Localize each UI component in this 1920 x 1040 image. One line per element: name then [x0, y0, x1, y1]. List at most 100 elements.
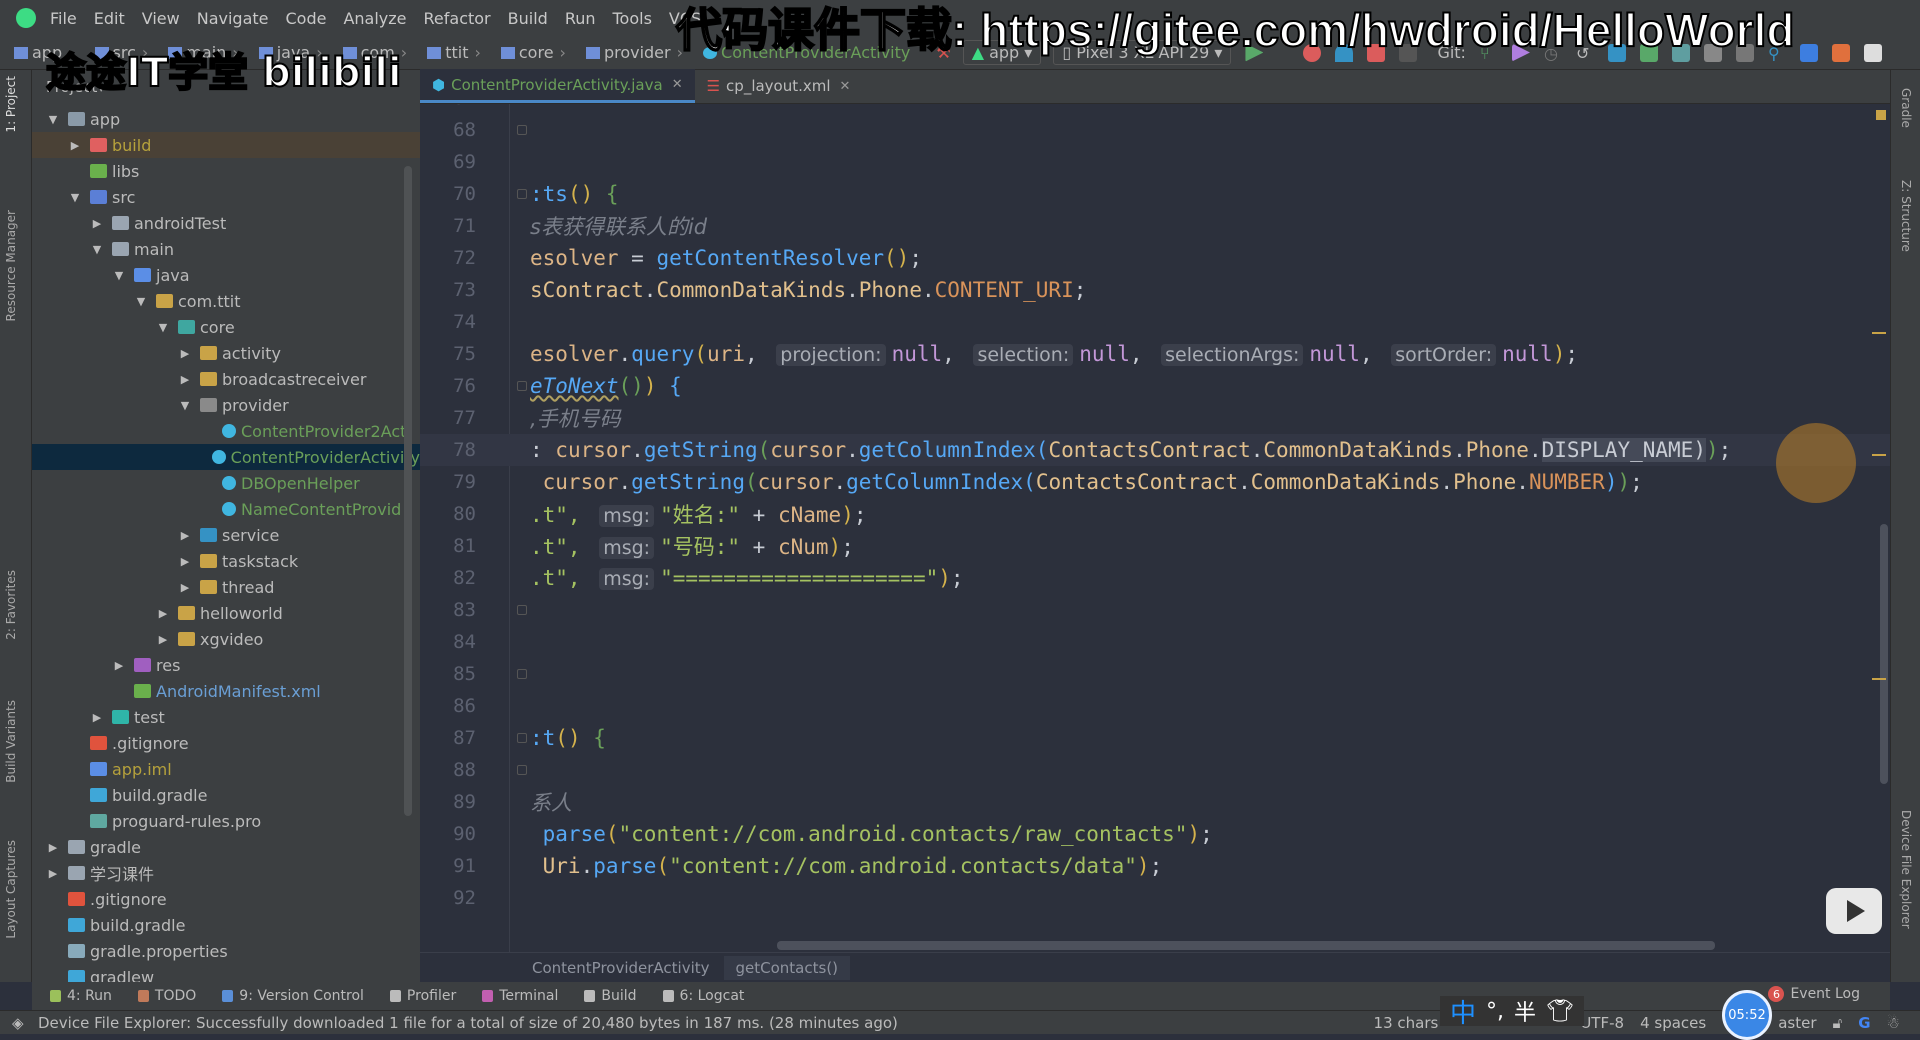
tree-item[interactable]: app.iml: [32, 756, 420, 782]
tree-item[interactable]: ▶ activity: [32, 340, 420, 366]
tree-item[interactable]: proguard-rules.pro: [32, 808, 420, 834]
tree-item[interactable]: ContentProviderActivity: [32, 444, 420, 470]
menu-item-edit[interactable]: Edit: [94, 9, 125, 28]
fold-marker-icon[interactable]: [517, 765, 527, 775]
tool-tab-structure[interactable]: Z: Structure: [1899, 180, 1913, 252]
tool-tab-gradle[interactable]: Gradle: [1899, 88, 1913, 128]
fold-marker-icon[interactable]: [517, 605, 527, 615]
menu-item-build[interactable]: Build: [508, 9, 548, 28]
collapsed-arrow-icon[interactable]: ▶: [90, 711, 104, 724]
tree-item[interactable]: build.gradle: [32, 912, 420, 938]
menu-item-refactor[interactable]: Refactor: [424, 9, 491, 28]
ime-language[interactable]: 中: [1450, 993, 1476, 1030]
expanded-arrow-icon[interactable]: ▼: [112, 269, 126, 282]
tree-item[interactable]: ▼ core: [32, 314, 420, 340]
tree-item[interactable]: DBOpenHelper: [32, 470, 420, 496]
breadcrumb-class[interactable]: ContentProviderActivity: [532, 959, 710, 977]
menu-item-navigate[interactable]: Navigate: [197, 9, 269, 28]
warning-marker[interactable]: [1872, 454, 1886, 456]
tool-tab-project[interactable]: 1: Project: [4, 76, 18, 133]
translate-alt-icon[interactable]: [1831, 43, 1850, 62]
tool-tab-favorites[interactable]: 2: Favorites: [4, 570, 18, 640]
tree-item[interactable]: ▼ java: [32, 262, 420, 288]
horizontal-scrollbar[interactable]: [777, 941, 1715, 950]
tool-tab-device-file-explorer[interactable]: Device File Explorer: [1899, 810, 1913, 929]
close-tab-icon[interactable]: ✕: [672, 77, 683, 92]
event-log-button[interactable]: 6 Event Log: [1768, 986, 1860, 1002]
tree-item[interactable]: ▶ service: [32, 522, 420, 548]
collapsed-arrow-icon[interactable]: ▶: [156, 607, 170, 620]
fold-marker-icon[interactable]: [517, 733, 527, 743]
encoding-selector[interactable]: UTF-8: [1580, 1014, 1624, 1032]
tree-item[interactable]: .gitignore: [32, 730, 420, 756]
menu-item-analyze[interactable]: Analyze: [343, 9, 406, 28]
tree-item[interactable]: AndroidManifest.xml: [32, 678, 420, 704]
collapsed-arrow-icon[interactable]: ▶: [178, 555, 192, 568]
tree-item[interactable]: NameContentProvid: [32, 496, 420, 522]
lock-icon[interactable]: 🔓︎: [1833, 1014, 1843, 1032]
tool-window-todo[interactable]: TODO: [137, 988, 196, 1004]
fold-marker-icon[interactable]: [517, 669, 527, 679]
translate-icon[interactable]: [1799, 43, 1818, 62]
play-button-icon[interactable]: [1826, 888, 1882, 934]
code-editor[interactable]: 67686970:ts() {71s表获得联系人的id72esolver = g…: [420, 104, 1890, 952]
tree-item[interactable]: ▼ com.ttit: [32, 288, 420, 314]
collapsed-arrow-icon[interactable]: ▶: [90, 217, 104, 230]
collapsed-arrow-icon[interactable]: ▶: [178, 347, 192, 360]
tree-item[interactable]: ▶ helloworld: [32, 600, 420, 626]
collapsed-arrow-icon[interactable]: ▶: [46, 841, 60, 854]
tree-item[interactable]: ▶ res: [32, 652, 420, 678]
tree-item[interactable]: ▼ provider: [32, 392, 420, 418]
tree-item[interactable]: ContentProvider2Act: [32, 418, 420, 444]
expanded-arrow-icon[interactable]: ▼: [178, 399, 192, 412]
tree-item[interactable]: gradlew: [32, 964, 420, 982]
tree-item[interactable]: .gitignore: [32, 886, 420, 912]
tool-window-run[interactable]: 4: Run: [50, 988, 112, 1004]
collapsed-arrow-icon[interactable]: ▶: [156, 633, 170, 646]
menu-item-run[interactable]: Run: [565, 9, 596, 28]
tool-window-logcat[interactable]: 6: Logcat: [662, 988, 744, 1004]
tool-window-terminal[interactable]: Terminal: [482, 988, 558, 1004]
tree-item[interactable]: ▶ thread: [32, 574, 420, 600]
tree-item[interactable]: ▶ gradle: [32, 834, 420, 860]
fold-marker-icon[interactable]: [517, 125, 527, 135]
menu-item-view[interactable]: View: [142, 9, 180, 28]
expanded-arrow-icon[interactable]: ▼: [46, 113, 60, 126]
tool-window-build[interactable]: Build: [584, 988, 637, 1004]
tree-item[interactable]: ▼ app: [32, 106, 420, 132]
git-branch-widget[interactable]: aster: [1778, 1014, 1816, 1032]
tree-item[interactable]: ▶ test: [32, 704, 420, 730]
expanded-arrow-icon[interactable]: ▼: [134, 295, 148, 308]
tree-item[interactable]: ▶ taskstack: [32, 548, 420, 574]
tree-item[interactable]: gradle.properties: [32, 938, 420, 964]
collapsed-arrow-icon[interactable]: ▶: [46, 867, 60, 880]
inspector-icon[interactable]: ☃: [1887, 1014, 1900, 1032]
tool-window-profiler[interactable]: Profiler: [389, 988, 456, 1004]
tool-tab-build-variants[interactable]: Build Variants: [4, 700, 18, 783]
expanded-arrow-icon[interactable]: ▼: [90, 243, 104, 256]
expanded-arrow-icon[interactable]: ▼: [68, 191, 82, 204]
tool-window-version-control[interactable]: 9: Version Control: [222, 988, 364, 1004]
google-icon[interactable]: G: [1858, 1014, 1870, 1032]
tree-item[interactable]: ▶ broadcastreceiver: [32, 366, 420, 392]
warning-marker[interactable]: [1872, 678, 1886, 680]
tree-item[interactable]: ▼ main: [32, 236, 420, 262]
tool-tab-resource-manager[interactable]: Resource Manager: [4, 210, 18, 321]
collapsed-arrow-icon[interactable]: ▶: [178, 529, 192, 542]
ime-toolbar[interactable]: 中 °, 半 👕︎: [1440, 996, 1584, 1029]
skin-icon[interactable]: 👕︎: [1546, 999, 1574, 1024]
nav-crumb[interactable]: provider ›: [585, 43, 689, 62]
expanded-arrow-icon[interactable]: ▼: [156, 321, 170, 334]
close-tab-icon[interactable]: ✕: [840, 79, 851, 94]
collapsed-arrow-icon[interactable]: ▶: [178, 581, 192, 594]
menu-item-file[interactable]: File: [50, 9, 77, 28]
status-message[interactable]: Device File Explorer: Successfully downl…: [38, 1014, 898, 1032]
tab-cp-layout[interactable]: ☰ cp_layout.xml ✕: [695, 69, 863, 103]
breadcrumb-method[interactable]: getContacts(): [723, 955, 851, 980]
fold-marker-icon[interactable]: [517, 381, 527, 391]
tree-item[interactable]: libs: [32, 158, 420, 184]
ime-punctuation[interactable]: °,: [1486, 999, 1504, 1024]
tree-item[interactable]: ▶ androidTest: [32, 210, 420, 236]
vertical-scrollbar[interactable]: [1880, 524, 1888, 784]
tree-item[interactable]: build.gradle: [32, 782, 420, 808]
